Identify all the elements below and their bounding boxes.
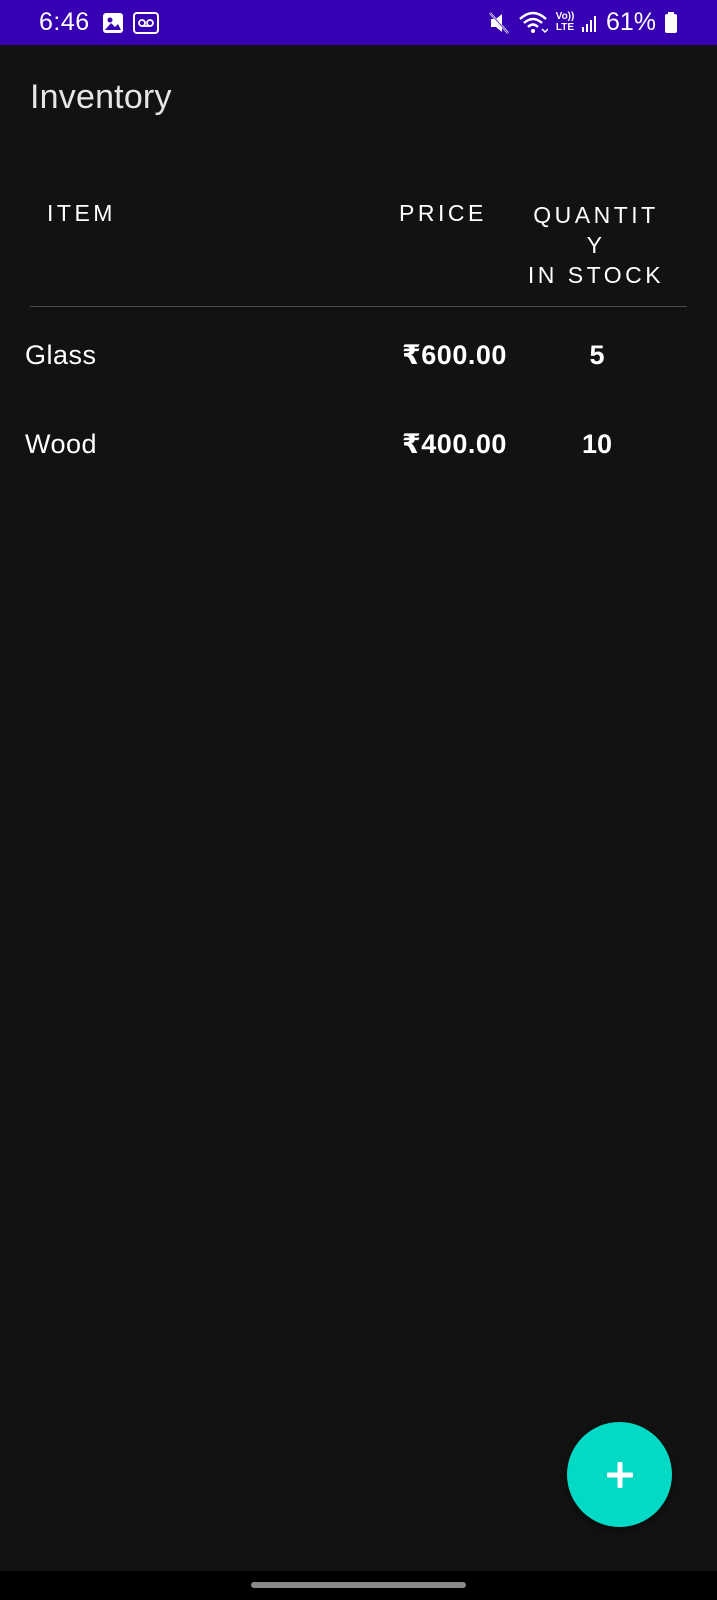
item-price: ₹400.00 — [402, 429, 507, 459]
inventory-row[interactable]: Wood ₹400.00 10 — [0, 429, 717, 489]
status-time: 6:46 — [39, 8, 90, 36]
add-item-button[interactable] — [567, 1422, 672, 1527]
item-name: Glass — [25, 340, 97, 370]
item-quantity: 10 — [581, 429, 613, 459]
column-header-quantity-line3: IN STOCK — [527, 262, 665, 288]
column-header-price: PRICE — [399, 200, 487, 226]
home-indicator[interactable] — [251, 1582, 466, 1588]
item-name: Wood — [25, 429, 98, 459]
wifi-icon — [519, 11, 548, 34]
navigation-bar — [0, 1571, 717, 1600]
gallery-icon — [103, 13, 123, 33]
volte-label-bottom: LTE — [555, 22, 575, 33]
mute-icon — [489, 12, 509, 34]
inventory-row[interactable]: Glass ₹600.00 5 — [0, 340, 717, 400]
page-title: Inventory — [30, 78, 172, 116]
item-price: ₹600.00 — [402, 340, 507, 370]
volte-icon: Vo)) LTE — [552, 11, 578, 35]
column-header-quantity-line2: Y — [586, 232, 606, 258]
column-header-item: ITEM — [47, 200, 116, 226]
voicemail-icon — [133, 12, 159, 34]
item-quantity: 5 — [589, 340, 605, 370]
battery-icon — [665, 12, 677, 33]
battery-percent: 61% — [606, 8, 657, 36]
column-header-quantity: QUANTIT Y IN STOCK — [516, 200, 676, 290]
column-header-quantity-line1: QUANTIT — [533, 202, 659, 228]
status-bar: 6:46 Vo)) LTE 61% — [0, 0, 717, 45]
plus-icon — [606, 1461, 633, 1488]
signal-icon — [582, 16, 596, 32]
volte-label-top: Vo)) — [555, 11, 575, 22]
header-divider — [30, 306, 687, 307]
